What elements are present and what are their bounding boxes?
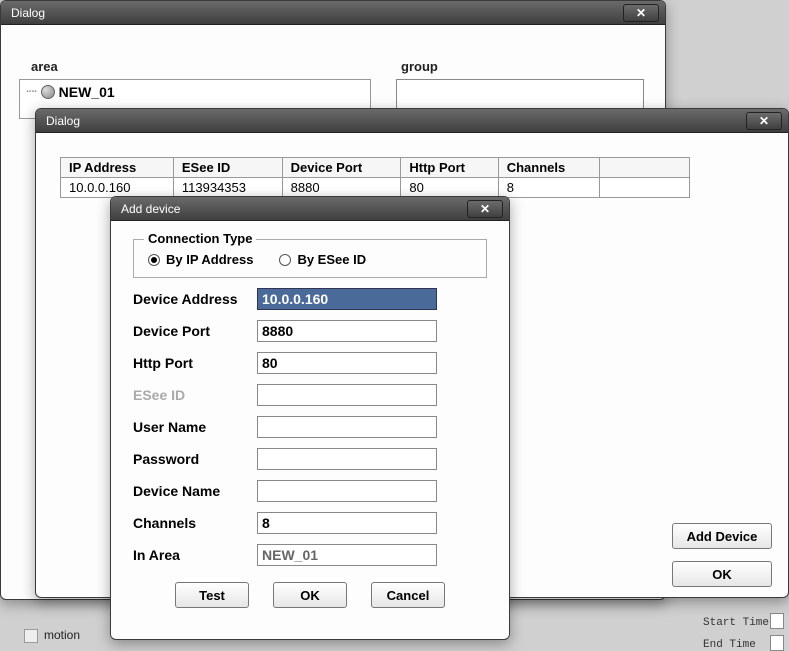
col-esee[interactable]: ESee ID xyxy=(173,158,282,178)
label-password: Password xyxy=(133,451,257,467)
ok-button[interactable]: OK xyxy=(672,561,772,587)
cell-esee: 113934353 xyxy=(173,178,282,198)
label-device-name: Device Name xyxy=(133,483,257,499)
cell-httpport: 80 xyxy=(401,178,498,198)
label-user-name: User Name xyxy=(133,419,257,435)
radio-icon xyxy=(148,254,160,266)
globe-icon xyxy=(41,85,55,99)
channels-input[interactable] xyxy=(257,512,437,534)
cell-ip: 10.0.0.160 xyxy=(61,178,174,198)
col-httpport[interactable]: Http Port xyxy=(401,158,498,178)
test-button[interactable]: Test xyxy=(175,582,249,608)
motion-color-swatch xyxy=(24,629,38,643)
start-time-field[interactable] xyxy=(770,613,784,629)
radio-by-ip[interactable]: By IP Address xyxy=(148,252,253,267)
close-icon[interactable]: ✕ xyxy=(623,4,659,22)
ok-button[interactable]: OK xyxy=(273,582,347,608)
start-time-label: Start Time xyxy=(703,617,769,629)
dialog-add-device: Add device ✕ Connection Type By IP Addre… xyxy=(110,196,510,640)
tree-connector: ···· xyxy=(26,86,37,98)
tree-item-new01[interactable]: ···· NEW_01 xyxy=(26,84,364,100)
close-icon[interactable]: ✕ xyxy=(746,112,782,130)
col-channels[interactable]: Channels xyxy=(498,158,599,178)
radio-by-esee[interactable]: By ESee ID xyxy=(279,252,366,267)
dialog-add-device-title: Add device xyxy=(117,202,467,216)
col-ip[interactable]: IP Address xyxy=(61,158,174,178)
label-http-port: Http Port xyxy=(133,355,257,371)
dialog-device-list-title: Dialog xyxy=(42,114,746,128)
group-label: group xyxy=(401,59,438,74)
cell-devport: 8880 xyxy=(282,178,401,198)
dialog-area-group-title: Dialog xyxy=(7,6,623,20)
connection-type-legend: Connection Type xyxy=(144,231,256,246)
radio-icon xyxy=(279,254,291,266)
device-port-input[interactable] xyxy=(257,320,437,342)
table-header-row: IP Address ESee ID Device Port Http Port… xyxy=(61,158,690,178)
tree-item-label: NEW_01 xyxy=(59,84,115,100)
label-channels: Channels xyxy=(133,515,257,531)
label-device-port: Device Port xyxy=(133,323,257,339)
cancel-button[interactable]: Cancel xyxy=(371,582,445,608)
col-devport[interactable]: Device Port xyxy=(282,158,401,178)
area-label: area xyxy=(31,59,58,74)
end-time-field[interactable] xyxy=(770,635,784,651)
dialog-add-device-titlebar: Add device ✕ xyxy=(111,197,509,221)
cell-channels: 8 xyxy=(498,178,599,198)
password-input[interactable] xyxy=(257,448,437,470)
motion-label: motion xyxy=(44,628,80,642)
label-esee-id: ESee ID xyxy=(133,387,257,403)
dialog-device-list-titlebar: Dialog ✕ xyxy=(36,109,788,133)
table-row[interactable]: 10.0.0.160 113934353 8880 80 8 xyxy=(61,178,690,198)
esee-id-input xyxy=(257,384,437,406)
end-time-label: End Time xyxy=(703,639,756,651)
add-device-button[interactable]: Add Device xyxy=(672,523,772,549)
close-icon[interactable]: ✕ xyxy=(467,200,503,218)
label-in-area: In Area xyxy=(133,547,257,563)
col-spacer xyxy=(600,158,690,178)
device-name-input[interactable] xyxy=(257,480,437,502)
connection-type-group: Connection Type By IP Address By ESee ID xyxy=(133,239,487,278)
device-table[interactable]: IP Address ESee ID Device Port Http Port… xyxy=(60,157,690,198)
in-area-input[interactable] xyxy=(257,544,437,566)
label-device-address: Device Address xyxy=(133,291,257,307)
dialog-area-group-titlebar: Dialog ✕ xyxy=(1,1,665,25)
user-name-input[interactable] xyxy=(257,416,437,438)
http-port-input[interactable] xyxy=(257,352,437,374)
device-address-input[interactable] xyxy=(257,288,437,310)
